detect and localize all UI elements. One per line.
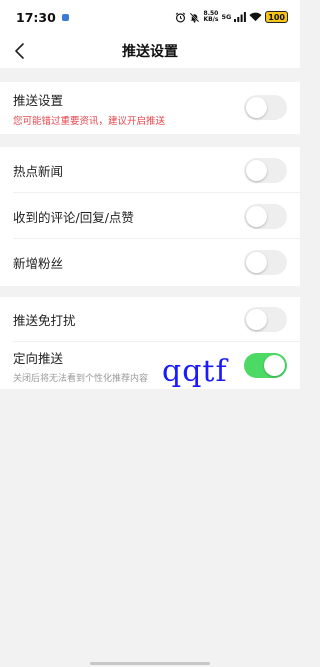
page-title: 推送设置 xyxy=(122,44,178,60)
comments-row[interactable]: 收到的评论/回复/点赞 xyxy=(0,193,300,239)
hot-news-toggle[interactable] xyxy=(244,158,287,183)
toggle-knob xyxy=(264,355,285,376)
do-not-disturb-label: 推送免打扰 xyxy=(13,313,76,328)
new-fans-label: 新增粉丝 xyxy=(13,256,64,271)
alarm-icon xyxy=(175,12,186,23)
hot-news-row[interactable]: 热点新闻 xyxy=(0,147,300,193)
toggle-knob xyxy=(246,309,267,330)
do-not-disturb-row[interactable]: 推送免打扰 xyxy=(0,297,300,342)
wifi-icon xyxy=(249,12,262,22)
network-type: 5G xyxy=(221,12,232,21)
status-icons: 8.50 KB/s 5G 100 xyxy=(175,11,288,23)
watermark-text: qqtf xyxy=(162,354,228,389)
push-settings-screen: 17:30 8.50 KB/s 5G 100 推送设置 推送设置 您可能错过重要… xyxy=(0,0,300,667)
toggle-knob xyxy=(246,97,267,118)
notification-types-section: 热点新闻 收到的评论/回复/点赞 新增粉丝 xyxy=(0,147,300,286)
targeted-push-text: 定向推送 关闭后将无法看到个性化推荐内容 xyxy=(13,348,148,384)
push-settings-toggle[interactable] xyxy=(244,95,287,120)
network-speed: 8.50 KB/s xyxy=(203,11,218,23)
app-notification-icon xyxy=(61,13,69,21)
push-section: 推送设置 您可能错过重要资讯，建议开启推送 xyxy=(0,82,300,134)
status-bar: 17:30 8.50 KB/s 5G 100 xyxy=(0,0,300,34)
hot-news-label: 热点新闻 xyxy=(13,163,64,179)
new-fans-toggle[interactable] xyxy=(244,250,287,275)
new-fans-row[interactable]: 新增粉丝 xyxy=(0,239,300,286)
mute-bell-icon xyxy=(189,12,200,23)
push-settings-warning: 您可能错过重要资讯，建议开启推送 xyxy=(13,115,166,127)
push-settings-row[interactable]: 推送设置 您可能错过重要资讯，建议开启推送 xyxy=(0,82,300,134)
nav-bar: 推送设置 xyxy=(0,34,300,68)
targeted-push-description: 关闭后将无法看到个性化推荐内容 xyxy=(13,373,149,384)
push-options-section: 推送免打扰 定向推送 关闭后将无法看到个性化推荐内容 xyxy=(0,297,300,389)
status-time: 17:30 xyxy=(16,9,56,25)
battery-indicator: 100 xyxy=(265,11,288,23)
home-indicator[interactable] xyxy=(90,662,210,665)
push-settings-text: 推送设置 您可能错过重要资讯，建议开启推送 xyxy=(13,90,165,127)
chevron-left-icon xyxy=(15,43,24,59)
network-speed-unit: KB/s xyxy=(203,16,219,23)
toggle-knob xyxy=(246,252,267,273)
signal-icon xyxy=(234,12,247,22)
comments-toggle[interactable] xyxy=(244,204,287,229)
do-not-disturb-toggle[interactable] xyxy=(244,307,287,332)
toggle-knob xyxy=(246,160,267,181)
targeted-push-label: 定向推送 xyxy=(13,350,64,366)
targeted-push-row[interactable]: 定向推送 关闭后将无法看到个性化推荐内容 xyxy=(0,342,300,389)
toggle-knob xyxy=(246,206,267,227)
comments-label: 收到的评论/回复/点赞 xyxy=(13,209,134,225)
push-settings-label: 推送设置 xyxy=(13,92,64,108)
back-button[interactable] xyxy=(8,39,32,63)
targeted-push-toggle[interactable] xyxy=(244,353,287,378)
